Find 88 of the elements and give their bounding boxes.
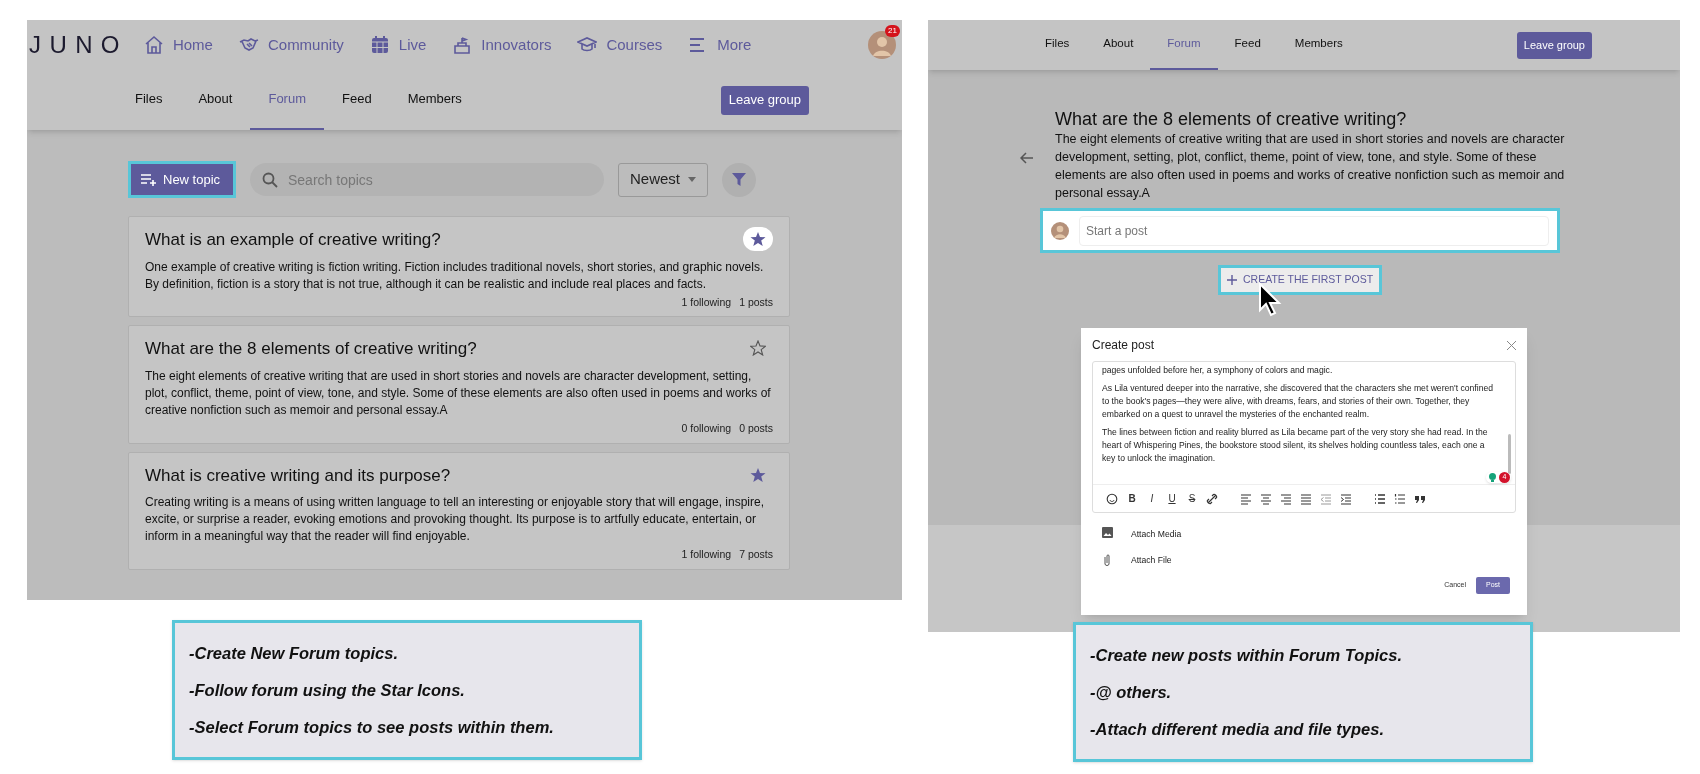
paragraph: As Lila ventured deeper into the narrative, she discovered that the characters she met weren't confined to the book's pages—they were alive, with dreams, fears, and stories of their own. Together, they embarked on a quest to unravel the mysteries of the enchanted realm.: [1102, 382, 1493, 421]
filter-button[interactable]: [722, 162, 757, 197]
topic-title: What are the 8 elements of creative writing?: [1055, 108, 1408, 130]
caption-text: -Create new posts within Forum Topics.: [1090, 645, 1403, 666]
notification-badge: 21: [885, 25, 900, 37]
close-icon[interactable]: [1507, 340, 1516, 350]
leave-group-button[interactable]: Leave group: [720, 85, 809, 115]
attach-option[interactable]: Attach File: [1102, 553, 1516, 567]
avatar: [1051, 221, 1069, 240]
format-button[interactable]: U: [1162, 491, 1182, 506]
dialog-title: Create post: [1092, 337, 1155, 354]
caption-text: -Follow forum using the Star Icons.: [189, 679, 466, 701]
link-icon[interactable]: [1206, 492, 1218, 505]
filter-icon: [732, 172, 747, 187]
text-editor[interactable]: [1092, 361, 1516, 513]
sort-dropdown[interactable]: Newest: [618, 162, 709, 197]
nav-link[interactable]: Live: [369, 33, 427, 57]
tab[interactable]: Files: [1028, 20, 1087, 70]
posts-count: 7 posts: [739, 547, 773, 562]
topic-title: What are the 8 elements of creative writing?: [145, 338, 478, 361]
caret-icon: [688, 177, 697, 182]
topic-card[interactable]: [128, 325, 790, 444]
star-icon[interactable]: [750, 340, 766, 357]
avatar[interactable]: [868, 31, 896, 59]
format-button[interactable]: S: [1182, 491, 1202, 506]
following-count: 1 following: [681, 294, 732, 310]
tab[interactable]: Members: [1277, 20, 1360, 70]
following-count: 0 following: [681, 420, 732, 436]
attach-option[interactable]: Attach Media: [1102, 527, 1516, 541]
nav-link[interactable]: Innovators: [452, 33, 552, 57]
posts-count: 0 posts: [739, 420, 773, 436]
podium-icon: [452, 35, 473, 55]
scrollbar[interactable]: [1508, 434, 1511, 474]
calendar-icon: [369, 35, 390, 55]
tab[interactable]: Feed: [1217, 20, 1278, 70]
cursor-icon: [1258, 282, 1282, 318]
topic-card[interactable]: [128, 451, 790, 570]
align-center-icon[interactable]: [1260, 492, 1272, 505]
tab[interactable]: About: [180, 70, 251, 130]
topic-description: Creating writing is a means of using written language to tell an interesting or enjoyable story that will engage, inspire, excite, or surprise a reader, evoking emotions and provoking thought. Its purpose is to artfully educate, entertain, or inform in a meaningful way that the reader will find enjoyable.: [145, 494, 765, 545]
home-icon: [143, 35, 164, 55]
leave-group-button[interactable]: Leave group: [1516, 31, 1592, 59]
topic-title: What is an example of creative writing?: [145, 229, 442, 251]
indent-icon[interactable]: [1340, 492, 1352, 505]
tab[interactable]: Members: [389, 70, 480, 130]
caption-text: -Attach different media and file types.: [1090, 718, 1385, 740]
create-first-post-button[interactable]: CREATE THE FIRST POST: [1218, 265, 1383, 295]
following-count: 1 following: [681, 547, 732, 562]
align-left-icon[interactable]: [1240, 492, 1252, 505]
nav-link[interactable]: More: [688, 33, 752, 57]
topic-description: The eight elements of creative writing that are used in short stories and novels are character development, setting, plot, conflict, theme, point of view, tone, and style. Some of these elements are also often used in poems and works of creative nonfiction such as memoir and personal essay.A: [145, 367, 772, 419]
emoji-icon[interactable]: [1106, 492, 1118, 505]
nav-link[interactable]: Courses: [577, 33, 663, 57]
nav-link[interactable]: Community: [238, 33, 344, 57]
plus-icon: [1227, 275, 1237, 285]
posts-count: 1 posts: [739, 294, 773, 310]
paperclip-icon: [1102, 553, 1113, 567]
add-list-icon: [141, 173, 157, 186]
search-field[interactable]: Search topics: [250, 163, 604, 196]
paragraph: pages unfolded before her, a symphony of colors and magic.: [1102, 364, 1334, 377]
caption-text: -Select Forum topics to see posts within them.: [189, 716, 555, 738]
tab[interactable]: About: [1086, 20, 1151, 70]
topic-title: What is creative writing and its purpose?: [145, 464, 452, 487]
search-icon: [262, 172, 278, 188]
new-topic-button[interactable]: New topic: [128, 161, 236, 198]
tab[interactable]: Files: [117, 70, 181, 130]
tab[interactable]: Feed: [324, 70, 390, 130]
logo[interactable]: JUNO: [29, 27, 128, 63]
back-arrow-icon[interactable]: [1020, 152, 1034, 164]
star-button[interactable]: [743, 227, 773, 251]
bulleted-list-icon[interactable]: [1374, 492, 1386, 505]
topic-description: The eight elements of creative writing that are used in short stories and novels are character development, setting, plot, conflict, theme, point of view, tone, and style. Some of these elements are also often used in poems and works of creative nonfiction such as memoir and personal essay.A: [1055, 131, 1566, 202]
numbered-list-icon[interactable]: [1394, 492, 1406, 505]
justify-icon[interactable]: [1300, 492, 1312, 505]
caption-text: -Create New Forum topics.: [189, 643, 400, 664]
nav-link[interactable]: Home: [143, 33, 213, 57]
bulb-icon: [1487, 472, 1498, 483]
paragraph: The lines between fiction and reality blurred as Lila became part of the very story she had read. In the heart of Whispering Pines, the bookstore stood silent, its shelves holding countless tales, each one a key to unlock the imagination.: [1102, 426, 1489, 465]
topic-card[interactable]: [128, 216, 790, 318]
caption-text: -@ others.: [1090, 681, 1173, 703]
post-field[interactable]: Start a post: [1079, 215, 1549, 246]
format-button[interactable]: I: [1142, 491, 1162, 506]
image-icon: [1102, 527, 1113, 541]
tab[interactable]: Forum: [250, 70, 324, 130]
star-icon[interactable]: [750, 466, 766, 483]
format-button[interactable]: B: [1122, 491, 1142, 506]
topic-description: One example of creative writing is fiction writing. Fiction includes traditional novels, short stories, and graphic novels. By definition, fiction is a story that is not true, although it can be realistic and include real places and facts.: [145, 258, 765, 293]
align-right-icon[interactable]: [1280, 492, 1292, 505]
